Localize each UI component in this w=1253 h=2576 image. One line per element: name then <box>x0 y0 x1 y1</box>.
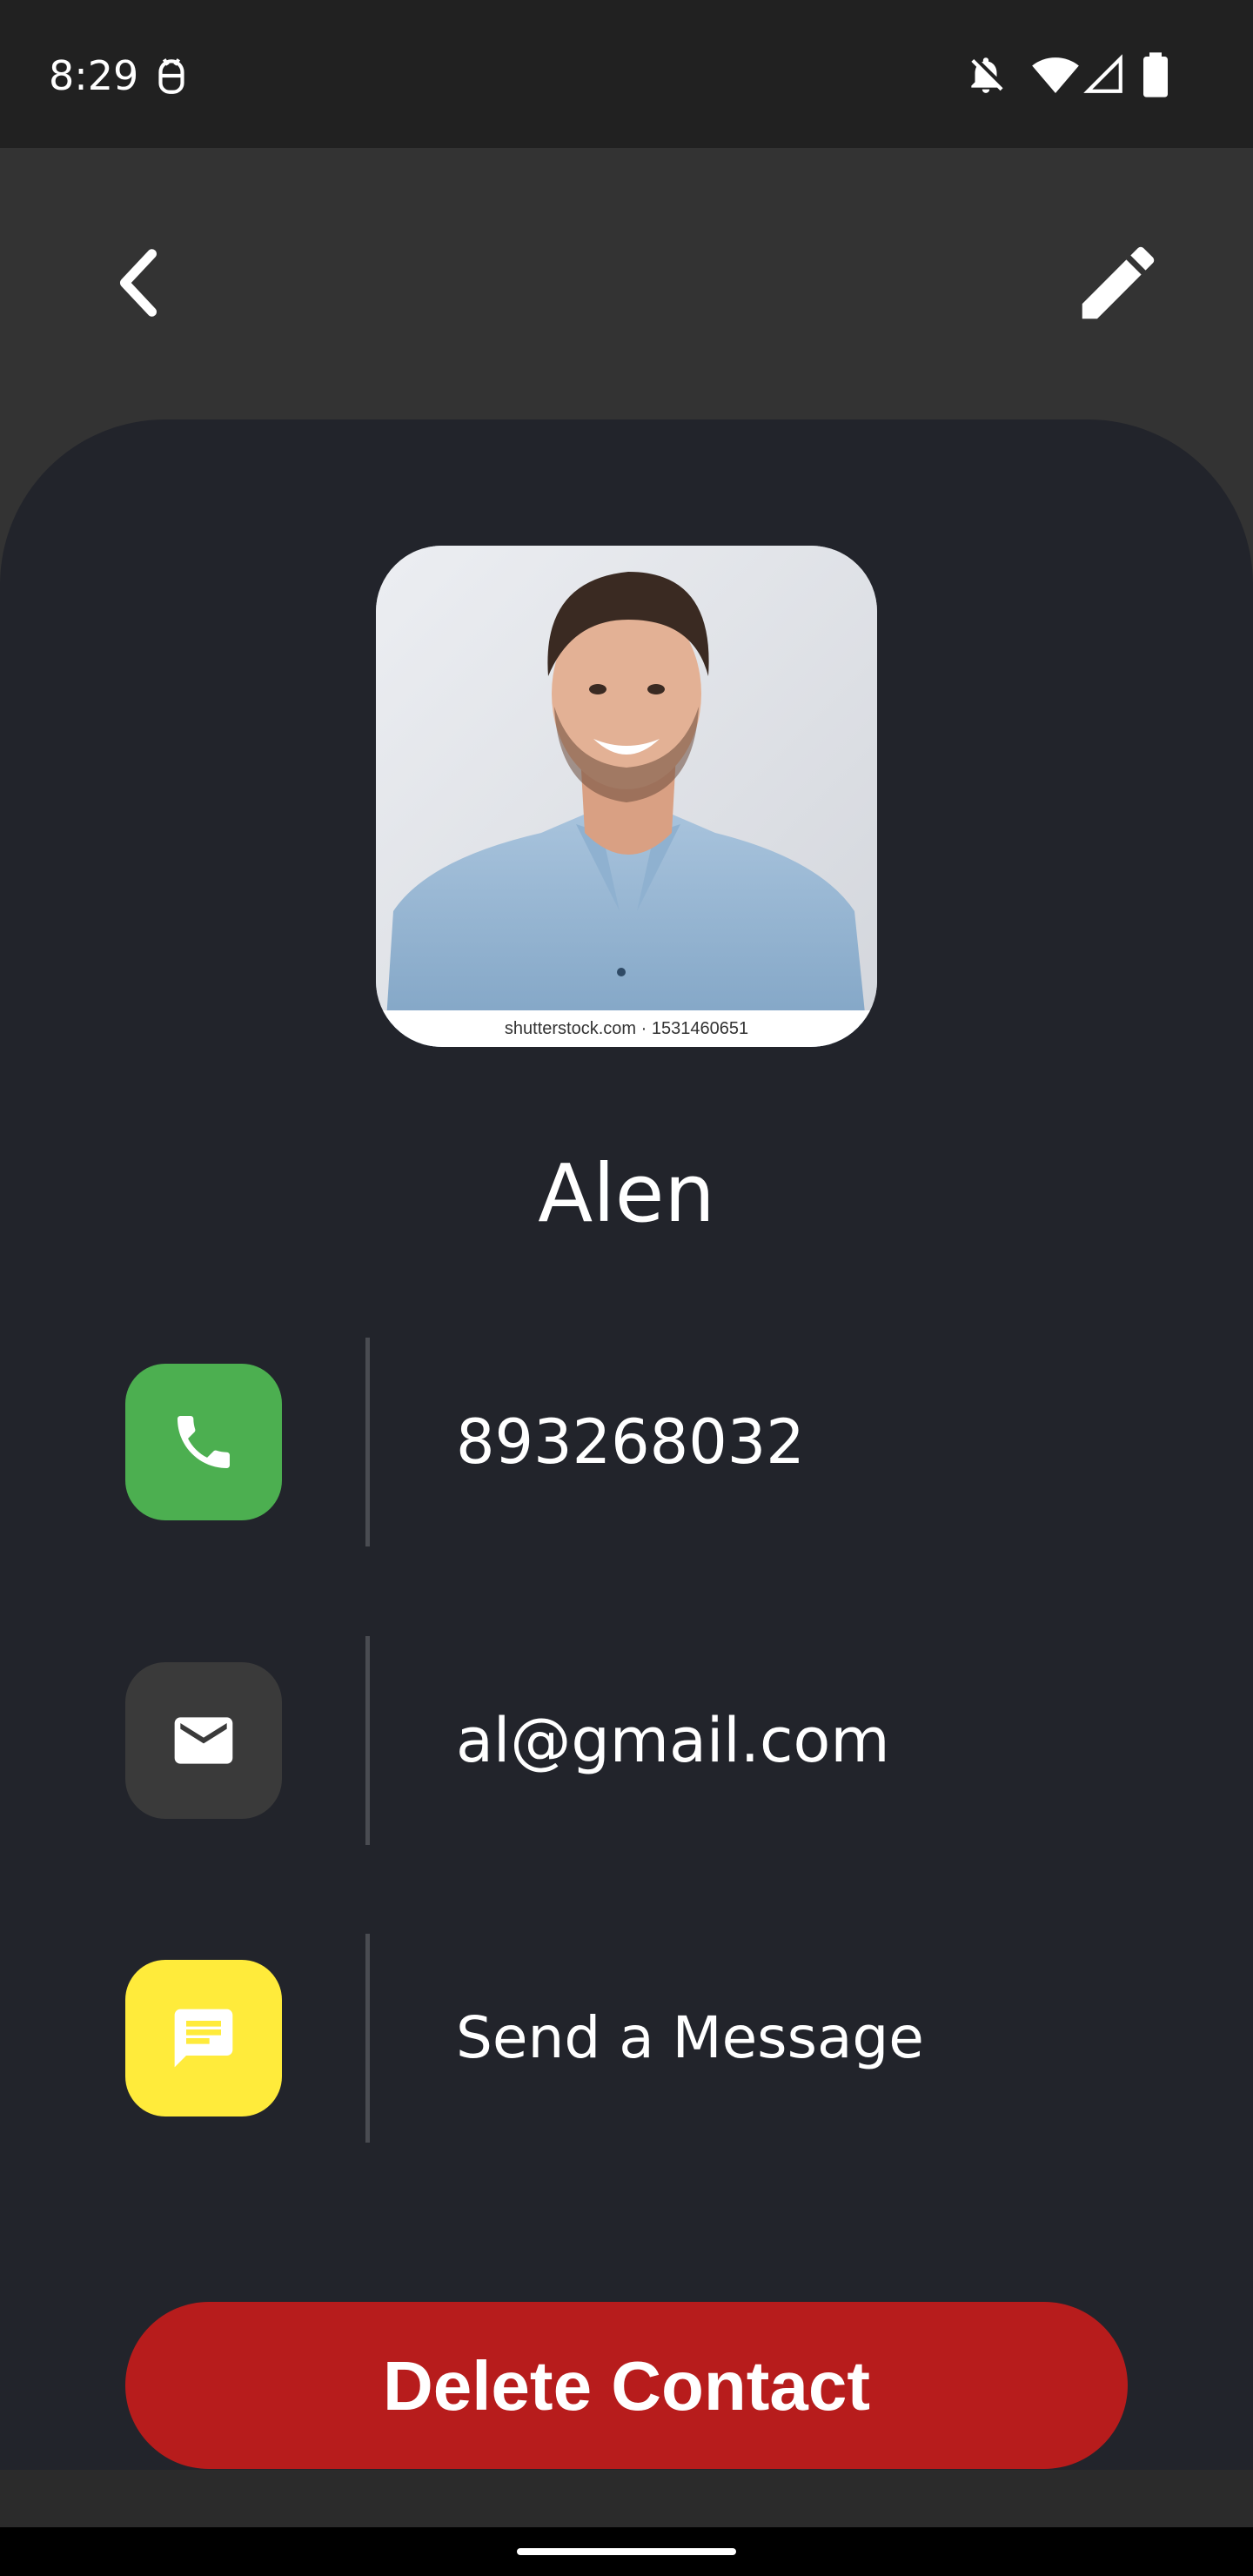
android-debug-icon <box>150 54 193 97</box>
back-button[interactable] <box>96 235 183 331</box>
wifi-icon <box>1030 50 1081 99</box>
call-button[interactable] <box>125 1364 282 1520</box>
email-button[interactable] <box>125 1662 282 1819</box>
contact-name: Alen <box>538 1147 715 1240</box>
send-message-label[interactable]: Send a Message <box>456 1934 924 2143</box>
phone-row: 893268032 <box>0 1338 1253 1546</box>
battery-icon <box>1136 50 1175 99</box>
phone-icon <box>178 1416 230 1468</box>
bottom-strip <box>0 2470 1253 2527</box>
chat-icon <box>174 2009 233 2068</box>
phone-number[interactable]: 893268032 <box>456 1338 805 1546</box>
app-bar <box>0 148 1253 426</box>
contact-card: shutterstock.com · 1531460651 Alen 89326… <box>0 419 1253 2473</box>
delete-contact-button[interactable]: Delete Contact <box>125 2302 1128 2469</box>
row-divider <box>365 1934 370 2143</box>
message-row: Send a Message <box>0 1934 1253 2143</box>
message-button[interactable] <box>125 1960 282 2116</box>
back-chevron-icon <box>119 249 157 317</box>
notifications-off-icon <box>964 50 1008 99</box>
contact-detail-screen: 8:29 shutterstock.com · 1531460651 Alen … <box>0 0 1253 2576</box>
system-navigation-bar <box>0 2527 1253 2576</box>
edit-button[interactable] <box>1070 235 1166 331</box>
pencil-icon <box>1082 246 1155 319</box>
contact-photo: shutterstock.com · 1531460651 <box>376 546 877 1047</box>
photo-watermark-caption: shutterstock.com · 1531460651 <box>376 1010 877 1047</box>
status-time: 8:29 <box>49 52 139 99</box>
status-bar: 8:29 <box>0 0 1253 148</box>
contact-photo-image <box>376 546 877 1047</box>
email-address[interactable]: al@gmail.com <box>456 1636 890 1845</box>
row-divider <box>365 1636 370 1845</box>
signal-icon <box>1082 50 1126 99</box>
home-gesture-handle[interactable] <box>517 2548 736 2555</box>
row-divider <box>365 1338 370 1546</box>
email-row: al@gmail.com <box>0 1636 1253 1845</box>
mail-icon <box>174 1717 233 1764</box>
